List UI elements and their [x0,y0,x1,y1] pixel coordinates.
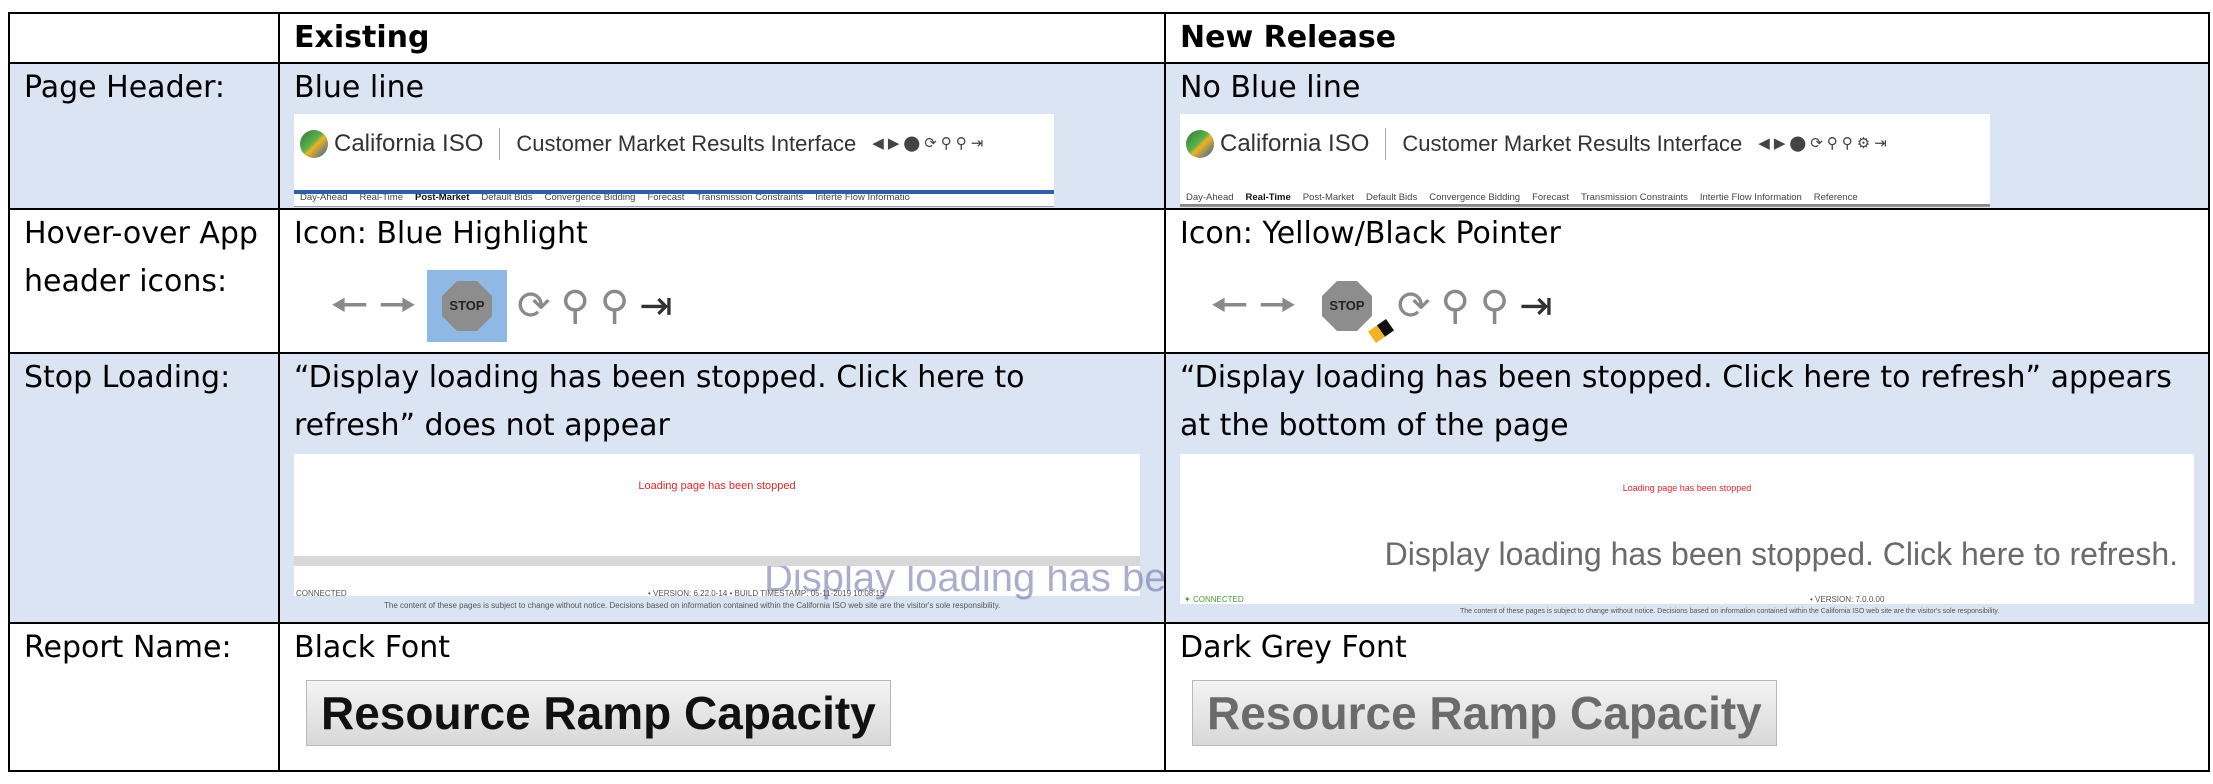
new-header-screenshot: California ISO Customer Market Results I… [1180,114,1990,206]
forward-icon: ▶ [1773,135,1786,152]
logout-icon: ⇥ [1519,283,1553,329]
logout-icon: ⇥ [970,135,984,152]
existing-cell: Icon: Blue Highlight 🠔 🠖 STOP ⟳ ⚲ ⚲ ⇥ [278,208,1166,354]
new-release-cell: Icon: Yellow/Black Pointer 🠔 🠖 STOP ⟳ ⚲ … [1164,208,2210,354]
header-row: Existing New Release [8,12,2210,64]
existing-description: Blue line [294,70,425,105]
stop-icon: ⬤ [903,135,921,152]
settings-icon: ⚙ [1856,135,1871,152]
row-report-name: Report Name: Black Font Resource Ramp Ca… [8,622,2210,772]
stop-icon-highlighted: STOP [427,270,507,342]
row-label: Report Name: [8,622,280,772]
loading-stopped-message: Loading page has been stopped [638,480,796,492]
new-release-cell: “Display loading has been stopped. Click… [1164,352,2210,624]
new-release-cell: No Blue line California ISO Customer Mar… [1164,62,2210,210]
zoom-in-icon: ⚲ [955,135,967,152]
loading-stopped-message: Loading page has been stopped [1622,483,1752,493]
forward-icon: ▶ [887,135,900,152]
existing-cell: Black Font Resource Ramp Capacity [278,622,1166,772]
zoom-in-icon: ⚲ [599,283,630,329]
new-icon-strip: 🠔 🠖 STOP ⟳ ⚲ ⚲ ⇥ [1210,268,2194,344]
row-hover-icons: Hover-over App header icons: Icon: Blue … [8,208,2210,354]
new-release-cell: Dark Grey Font Resource Ramp Capacity [1164,622,2210,772]
back-arrow-icon: 🠔 [330,280,369,331]
new-loading-screenshot: Loading page has been stopped Display lo… [1180,454,2194,615]
report-name-dark-grey: Resource Ramp Capacity [1192,680,1777,746]
blue-line [294,190,1054,194]
header-blank-cell [8,12,280,64]
comparison-table: Existing New Release Page Header: Blue l… [8,12,2210,772]
existing-cell: Blue line California ISO Customer Market… [278,62,1166,210]
row-label: Stop Loading: [8,352,280,624]
stop-sign-icon: STOP [1322,281,1372,331]
existing-description: Icon: Blue Highlight [294,216,588,251]
zoom-out-icon: ⚲ [560,283,590,329]
refresh-icon: ⟳ [924,135,937,152]
existing-cell: “Display loading has been stopped. Click… [278,352,1166,624]
logout-icon: ⇥ [639,283,673,329]
stop-icon: ⬤ [1789,135,1807,152]
disclaimer-text: The content of these pages is subject to… [384,601,1001,610]
new-release-description: No Blue line [1180,70,1361,105]
row-stop-loading: Stop Loading: “Display loading has been … [8,352,2210,624]
refresh-icon: ⟳ [1397,283,1431,329]
refresh-icon: ⟳ [517,283,551,329]
existing-description: Black Font [294,630,451,665]
column-header-existing: Existing [278,12,1166,64]
forward-arrow-icon: 🠖 [1258,280,1298,331]
column-header-new-release: New Release [1164,12,2210,64]
existing-loading-screenshot: Loading page has been stopped Display lo… [294,454,1163,610]
existing-icon-strip: 🠔 🠖 STOP ⟳ ⚲ ⚲ ⇥ [330,268,1150,344]
zoom-out-icon: ⚲ [1440,283,1470,329]
app-title: Customer Market Results Interface [516,131,857,156]
zoom-out-icon: ⚲ [940,135,952,152]
app-header-icons: ◀ ▶ ⬤ ⟳ ⚲ ⚲ ⇥ [872,120,983,168]
existing-description: “Display loading has been stopped. Click… [294,360,1025,443]
california-iso-logo-icon [300,130,328,158]
back-icon: ◀ [872,135,884,152]
report-name-black: Resource Ramp Capacity [306,680,891,746]
refresh-icon: ⟳ [1810,135,1823,152]
logout-icon: ⇥ [1874,135,1887,152]
row-label: Hover-over App header icons: [8,208,280,354]
disclaimer-text: The content of these pages is subject to… [1460,608,2000,615]
new-release-description: Dark Grey Font [1180,630,1407,665]
new-release-description: “Display loading has been stopped. Click… [1180,360,2172,443]
refresh-link[interactable]: Display loading has been stopped. Click … [1385,530,2178,578]
california-iso-logo-icon [1186,130,1214,158]
forward-arrow-icon: 🠖 [378,280,418,331]
zoom-out-icon: ⚲ [1826,135,1838,152]
app-header-icons: ◀ ▶ ⬤ ⟳ ⚲ ⚲ ⚙ ⇥ [1758,120,1887,168]
stop-sign-icon: STOP [442,281,492,331]
back-icon: ◀ [1758,135,1770,152]
new-release-description: Icon: Yellow/Black Pointer [1180,216,1561,251]
app-title: Customer Market Results Interface [1402,131,1743,156]
logo-text: California ISO [1220,130,1370,157]
zoom-in-icon: ⚲ [1479,283,1510,329]
row-page-header: Page Header: Blue line California ISO Cu… [8,62,2210,210]
zoom-in-icon: ⚲ [1841,135,1853,152]
back-arrow-icon: 🠔 [1210,280,1249,331]
logo-text: California ISO [334,130,484,157]
existing-header-screenshot: California ISO Customer Market Results I… [294,114,1054,206]
grey-line [1180,204,1990,206]
horizontal-scrollbar [294,556,1140,566]
row-label: Page Header: [8,62,280,210]
